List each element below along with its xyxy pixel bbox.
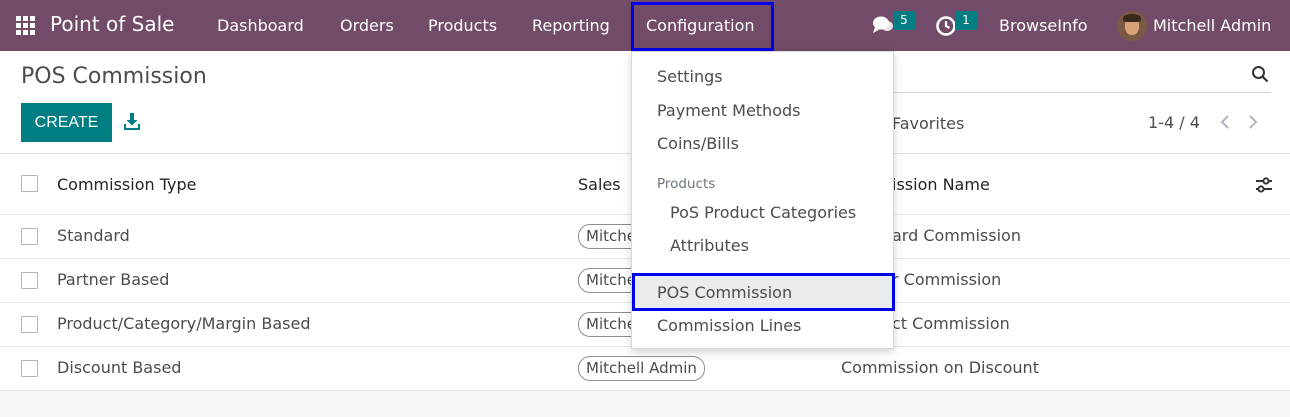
user-menu[interactable]: Mitchell Admin (1153, 16, 1271, 35)
nav-dashboard[interactable]: Dashboard (217, 16, 304, 35)
activities-badge: 1 (955, 11, 977, 30)
page-title: POS Commission (21, 64, 207, 89)
nav-reporting[interactable]: Reporting (532, 16, 610, 35)
app-name[interactable]: Point of Sale (50, 12, 174, 36)
row-checkbox[interactable] (21, 316, 38, 333)
optional-columns-icon[interactable] (1255, 176, 1273, 194)
create-button[interactable]: CREATE (21, 103, 112, 142)
row-checkbox[interactable] (21, 360, 38, 377)
menu-item-coins-bills[interactable]: Coins/Bills (657, 134, 739, 153)
menu-section-products: Products (657, 176, 716, 192)
menu-item-pos-commission[interactable]: POS Commission (657, 283, 792, 302)
chevron-left-icon[interactable] (1218, 114, 1232, 130)
apps-menu-icon[interactable] (16, 16, 35, 35)
configuration-dropdown: Settings Payment Methods Coins/Bills Pro… (631, 51, 895, 349)
configuration-highlight-box (631, 2, 774, 51)
commission-name-cell: ard Commission (892, 226, 1021, 245)
menu-item-settings[interactable]: Settings (657, 67, 723, 86)
column-commission-type[interactable]: Commission Type (57, 175, 196, 194)
column-sales[interactable]: Sales (578, 175, 621, 194)
clock-icon[interactable] (935, 15, 957, 37)
chevron-right-icon[interactable] (1246, 114, 1260, 130)
download-icon[interactable] (123, 112, 141, 132)
search-input[interactable] (860, 63, 1270, 93)
row-checkbox[interactable] (21, 228, 38, 245)
commission-type-cell: Standard (57, 226, 130, 245)
commission-type-cell: Discount Based (57, 358, 182, 377)
salesperson-tag: Mitchell Admin (578, 356, 705, 381)
search-icon[interactable] (1251, 65, 1269, 83)
nav-products[interactable]: Products (428, 16, 497, 35)
table-row[interactable]: Discount Based Mitchell Admin Commission… (0, 347, 1290, 391)
commission-name-cell: ct Commission (892, 314, 1010, 333)
commission-name-cell: r Commission (892, 270, 1002, 289)
row-checkbox[interactable] (21, 272, 38, 289)
pager-value[interactable]: 1-4 / 4 (1148, 113, 1200, 132)
nav-orders[interactable]: Orders (340, 16, 394, 35)
top-navbar: Point of Sale Dashboard Orders Products … (0, 0, 1290, 51)
menu-item-commission-lines[interactable]: Commission Lines (657, 316, 801, 335)
menu-item-attributes[interactable]: Attributes (670, 236, 749, 255)
user-avatar[interactable] (1117, 11, 1147, 41)
column-commission-name[interactable]: ission Name (892, 175, 990, 194)
commission-name-cell: Commission on Discount (841, 358, 1039, 377)
commission-type-cell: Product/Category/Margin Based (57, 314, 311, 333)
menu-item-product-categories[interactable]: PoS Product Categories (670, 203, 856, 222)
select-all-checkbox[interactable] (21, 175, 38, 192)
favorites-filter[interactable]: Favorites (892, 114, 964, 133)
chat-icon[interactable] (872, 15, 894, 35)
menu-item-payment-methods[interactable]: Payment Methods (657, 101, 800, 120)
commission-type-cell: Partner Based (57, 270, 170, 289)
company-switcher[interactable]: BrowseInfo (999, 16, 1088, 35)
messages-badge: 5 (893, 11, 915, 30)
